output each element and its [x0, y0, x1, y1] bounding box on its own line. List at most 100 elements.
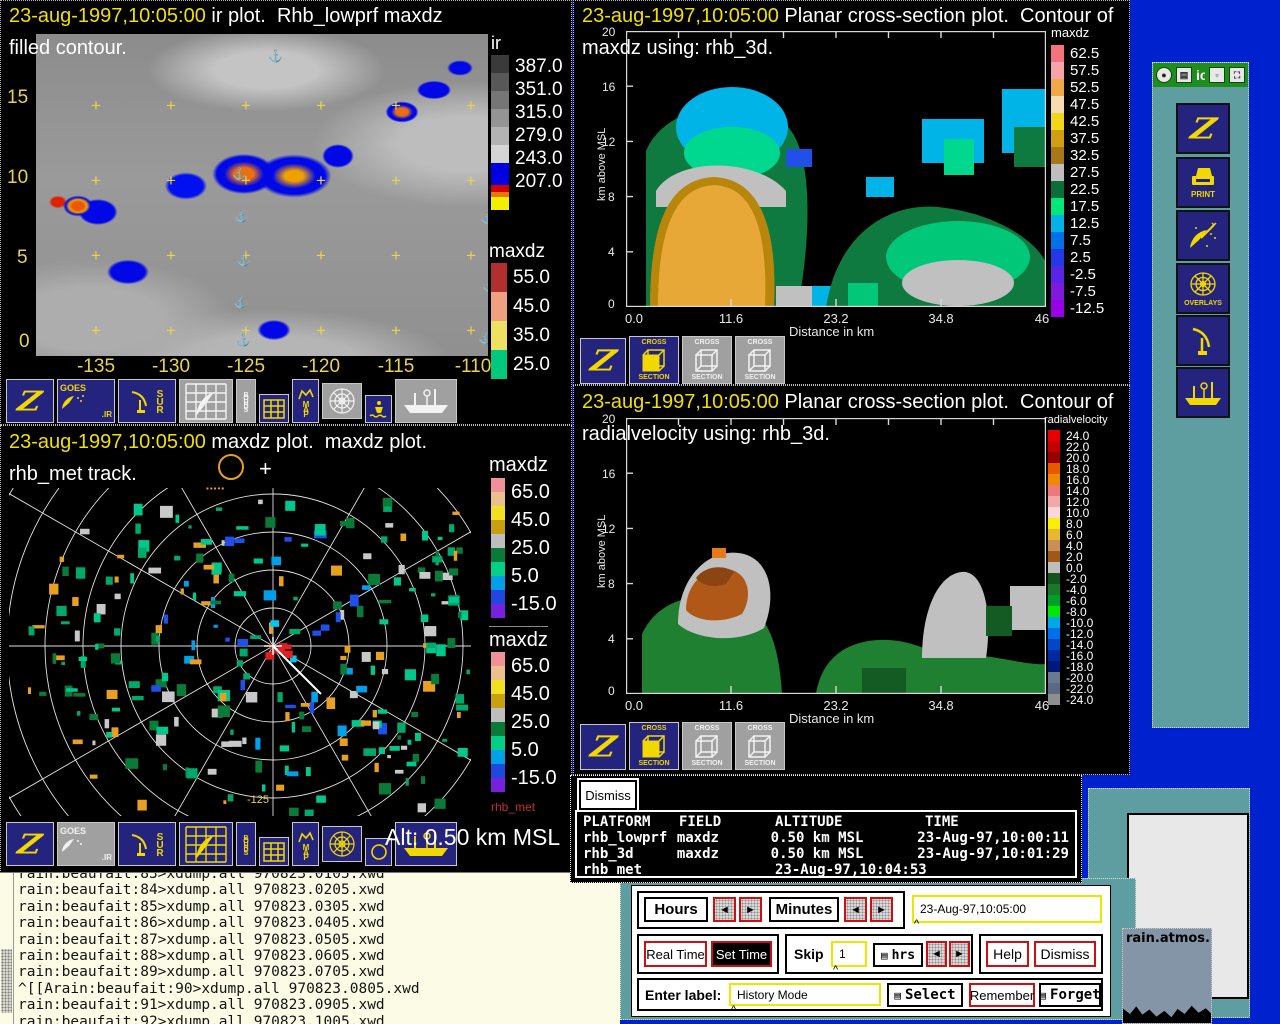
buoy-button[interactable] [365, 395, 392, 423]
help-button[interactable]: Help [986, 941, 1029, 967]
remember-button[interactable]: Remember [969, 983, 1035, 1007]
xs2-toolbar: Z CROSS SECTION CROSS SECTION CROSS SECT… [580, 722, 785, 770]
lat-lon-gridmark: + [466, 97, 476, 114]
small-grid-button[interactable] [259, 394, 289, 423]
iconify-icon[interactable]: ▫ [1209, 67, 1225, 83]
terminal-scrollbar-thumb[interactable] [1, 949, 12, 1013]
ship-track-marker: ⚓ [236, 254, 251, 266]
ship-icon [1183, 378, 1223, 408]
status-dismiss-button[interactable]: Dismiss [579, 780, 637, 810]
ship-button[interactable] [395, 379, 457, 423]
window-menu-icon[interactable]: ● [1156, 67, 1172, 83]
ppi-radar-display [9, 488, 471, 816]
select-dropdown[interactable]: ▤Select [887, 983, 963, 1007]
cross-section-button[interactable]: CROSS SECTION [735, 336, 785, 384]
ir-xtick: -115 [378, 356, 415, 378]
xs1-toolbar: Z CROSS SECTION CROSS SECTION CROSS SECT… [580, 336, 785, 384]
grid-radar-button[interactable] [179, 379, 233, 423]
ship-track-marker: ⚓ [232, 168, 247, 180]
surveillance-button[interactable]: SUR [118, 822, 176, 866]
map-button[interactable]: MAP [292, 379, 319, 423]
zeb-logo-button[interactable]: Z [6, 822, 54, 866]
ship-track-marker: ⚓ [236, 334, 251, 346]
cross-section-button[interactable]: CROSS SECTION [735, 722, 785, 770]
xs1-x-axis-label: Distance in km [789, 324, 874, 339]
grid-radar-button[interactable] [179, 822, 233, 866]
xs2-xtick: 34.8 [928, 698, 953, 713]
small-grid-button[interactable] [259, 837, 289, 866]
goes-ir-button[interactable]: GOES .IR [57, 822, 115, 866]
bounds-button[interactable]: BOUNDS [236, 822, 256, 866]
set-time-button[interactable]: Set Time [711, 941, 772, 967]
skip-back-arrow[interactable]: ◄ [926, 941, 947, 967]
hours-back-arrow[interactable]: ◄ [713, 897, 736, 922]
real-time-button[interactable]: Real Time [644, 941, 707, 967]
xs2-title-line2: radialvelocity using: rhb_3d. [582, 423, 830, 446]
cross-section-button[interactable]: CROSS SECTION [682, 722, 732, 770]
ppi-window-title: 23-aug-1997,10:05:00 maxdz plot. maxdz p… [9, 431, 427, 454]
cube-icon [747, 733, 773, 759]
ppi-colorbar2-label: maxdz [489, 626, 548, 652]
goes-ir-button[interactable]: GOES .IR [57, 379, 115, 423]
cross-section-button[interactable]: CROSS SECTION [682, 336, 732, 384]
ir-xtick: -110 [455, 356, 492, 378]
document-icon[interactable]: ▤ [1176, 67, 1192, 83]
time-field[interactable]: 23-Aug-97,10:05:00 [912, 895, 1102, 923]
palette-zeb-button[interactable]: Z [1176, 103, 1230, 154]
skip-forward-arrow[interactable]: ► [949, 941, 970, 967]
lat-lon-gridmark: + [316, 322, 326, 339]
palette-titlebar[interactable]: ● ▤ icon ▫ ⛶ [1153, 63, 1248, 87]
panel-dismiss-button[interactable]: Dismiss [1034, 941, 1096, 967]
minutes-button[interactable]: Minutes [769, 897, 839, 922]
radar-dish-icon [130, 388, 152, 414]
xs1-colorbar: 62.557.552.547.542.537.532.527.522.517.5… [1051, 45, 1104, 317]
polar-overlay-button[interactable] [322, 826, 362, 862]
xs1-ytick: 4 [608, 245, 615, 259]
ir-xtick: -130 [152, 356, 190, 378]
icon-rain-atmos[interactable]: rain.atmos. [1122, 928, 1212, 1024]
cross-section-button-active[interactable]: CROSS SECTION [629, 336, 679, 384]
surveillance-button[interactable]: SUR [118, 379, 176, 423]
grid-radar-icon [184, 382, 228, 420]
map-button[interactable]: MAP [292, 822, 319, 866]
polar-overlay-button[interactable] [322, 383, 362, 419]
ir-xtick: -120 [302, 356, 340, 378]
minutes-forward-arrow[interactable]: ► [870, 897, 893, 922]
xs1-ytick: 12 [602, 135, 615, 149]
status-table-header: PLATFORMFIELDALTITUDETIME [583, 814, 1069, 830]
lat-lon-gridmark: + [391, 97, 401, 114]
palette-print-button[interactable]: PRINT [1176, 157, 1230, 208]
palette-movie-button[interactable] [1176, 210, 1230, 261]
skip-units-dropdown[interactable]: ▤hrs [873, 943, 923, 967]
lat-lon-gridmark: + [391, 322, 401, 339]
forget-dropdown[interactable]: ▤Forget [1039, 983, 1101, 1007]
maximize-icon[interactable]: ⛶ [1229, 67, 1245, 83]
ir-xtick: -135 [77, 356, 115, 378]
rain-atmos-mountains [1123, 991, 1211, 1023]
xs1-title-line2: maxdz using: rhb_3d. [582, 37, 773, 60]
radar-dish-icon [130, 831, 152, 857]
hours-forward-arrow[interactable]: ► [739, 897, 762, 922]
terminal-scrollbar[interactable] [0, 873, 14, 1024]
terminal-window[interactable]: rain:beaufait:83>xdump.all 970823.0105.x… [0, 872, 620, 1024]
label-group: Enter label: History Mode ^ ▤Select Reme… [637, 978, 1103, 1011]
minutes-back-arrow[interactable]: ◄ [844, 897, 867, 922]
palette-radar-button[interactable] [1176, 315, 1230, 366]
bounds-button[interactable]: BOUNDS [236, 379, 256, 423]
lat-lon-gridmark: + [166, 247, 176, 264]
zeb-logo-button[interactable]: Z [580, 338, 626, 384]
zeb-logo-button[interactable]: Z [6, 379, 54, 423]
cube-icon [694, 347, 720, 373]
storm-marker-circle [218, 454, 244, 480]
hours-button[interactable]: Hours [644, 897, 708, 922]
ship-track-marker: ⚓ [268, 50, 283, 62]
zeb-logo-button[interactable]: Z [580, 724, 626, 770]
palette-overlays-button[interactable]: OVERLAYS [1176, 263, 1230, 314]
desktop: { "win_ir": { "time": "23-aug-1997,10:05… [0, 0, 1280, 1024]
palette-ship-button[interactable] [1176, 367, 1230, 418]
cross-section-button-active[interactable]: CROSS SECTION [629, 722, 679, 770]
time-step-group: Hours ◄ ► Minutes ◄ ► [637, 891, 905, 929]
xs2-ytick: 16 [602, 467, 615, 481]
buoy-icon [369, 399, 389, 419]
label-field[interactable]: History Mode [729, 983, 881, 1006]
